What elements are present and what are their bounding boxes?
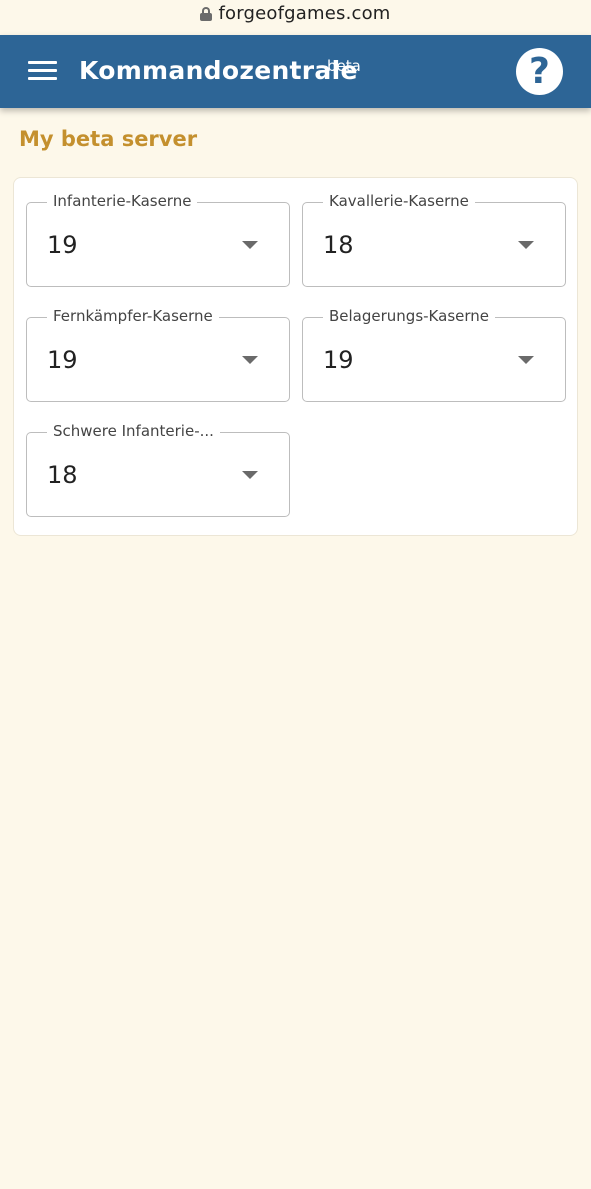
browser-url-bar[interactable]: forgeofgames.com: [0, 0, 591, 35]
triangle-down-icon: [242, 471, 258, 479]
beta-badge: beta: [327, 57, 361, 75]
field-label: Belagerungs-Kaserne: [323, 307, 496, 325]
triangle-down-icon: [518, 241, 534, 249]
kavallerie-kaserne-select[interactable]: Kavallerie-Kaserne 18: [302, 192, 566, 287]
lock-icon: [200, 6, 213, 21]
field-value: 18: [323, 231, 354, 259]
field-label: Kavallerie-Kaserne: [323, 192, 475, 210]
field-value: 18: [47, 461, 78, 489]
triangle-down-icon: [518, 356, 534, 364]
help-circle-icon: ?: [529, 50, 550, 92]
server-title: My beta server: [19, 127, 198, 151]
belagerungs-kaserne-select[interactable]: Belagerungs-Kaserne 19: [302, 307, 566, 402]
field-label: Schwere Infanterie-...: [47, 422, 220, 440]
field-value: 19: [323, 346, 354, 374]
app-title: Kommandozentrale: [79, 56, 358, 85]
field-value: 19: [47, 346, 78, 374]
triangle-down-icon: [242, 356, 258, 364]
url-text: forgeofgames.com: [218, 3, 391, 24]
fernkaempfer-kaserne-select[interactable]: Fernkämpfer-Kaserne 19: [26, 307, 290, 402]
hamburger-menu-icon[interactable]: [28, 61, 57, 81]
schwere-infanterie-kaserne-select[interactable]: Schwere Infanterie-... 18: [26, 422, 290, 517]
infanterie-kaserne-select[interactable]: Infanterie-Kaserne 19: [26, 192, 290, 287]
field-value: 19: [47, 231, 78, 259]
field-label: Infanterie-Kaserne: [47, 192, 198, 210]
help-button[interactable]: ?: [516, 48, 563, 95]
field-label: Fernkämpfer-Kaserne: [47, 307, 219, 325]
triangle-down-icon: [242, 241, 258, 249]
app-bar: Kommandozentrale beta ?: [0, 35, 591, 108]
